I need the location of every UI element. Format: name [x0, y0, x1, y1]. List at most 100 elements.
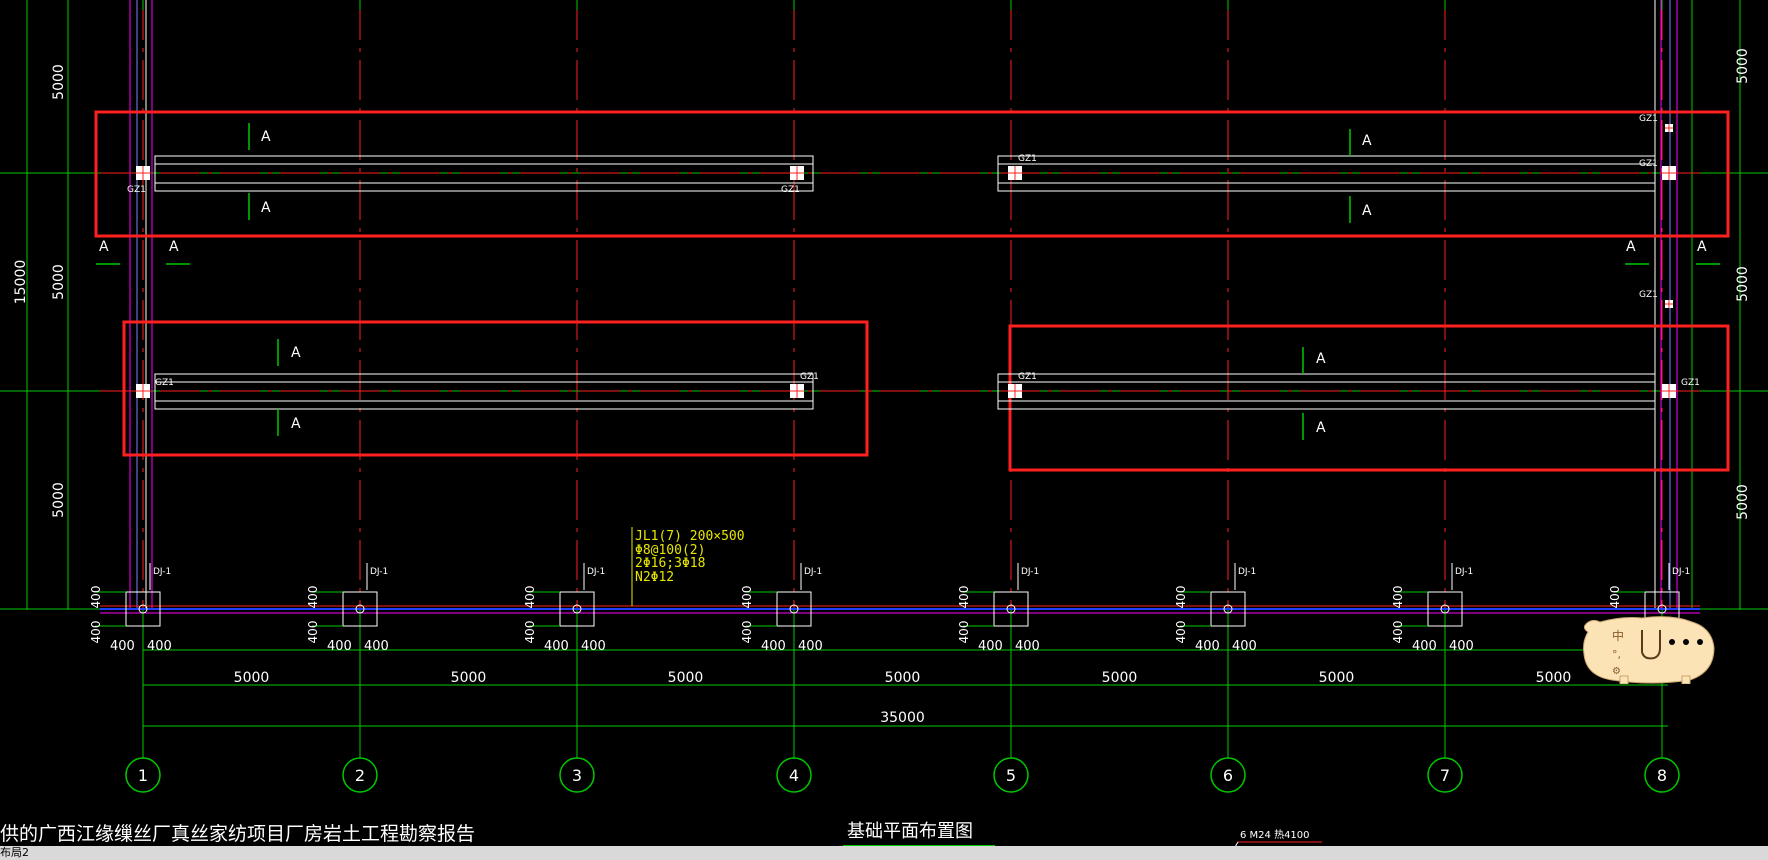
dimension-texts: 5000 5000 5000 5000 5000 5000 5000 35000 400 400 4… — [89, 586, 1691, 726]
footing-dim-left-1: 400 — [110, 639, 135, 654]
column-label-9: GZ1 — [1639, 114, 1658, 124]
left-dim-total: 15000 — [13, 260, 29, 305]
footing-dim-bottom-1: 400 — [89, 621, 103, 644]
axis-label-7: 7 — [1440, 766, 1450, 785]
section-mark-1: A — [261, 129, 271, 145]
section-mark-5: A — [291, 345, 301, 361]
section-mark-9: A — [99, 239, 109, 255]
bay-dim-4: 5000 — [885, 670, 921, 686]
beam-note: JL1(7) 200×500 Φ8@100(2) 2Φ16;3Φ18 N2Φ12 — [631, 527, 745, 606]
section-mark-6: A — [291, 416, 301, 432]
ime-punct-icon: °, — [1612, 648, 1621, 661]
footing-dim-top-7: 400 — [1391, 586, 1405, 609]
footing-label-5: DJ-1 — [1021, 567, 1039, 577]
foundation-beam — [100, 605, 1700, 614]
footing-dim-bottom-6: 400 — [1174, 621, 1188, 644]
beam-note-line3: 2Φ16;3Φ18 — [635, 556, 705, 571]
section-mark-11: A — [1626, 239, 1636, 255]
axis-label-1: 1 — [138, 766, 148, 785]
column-label-4: GZ1 — [1639, 159, 1658, 169]
axis-label-5: 5 — [1006, 766, 1016, 785]
ime-settings-icon: ⚙ — [1612, 666, 1621, 677]
bay-dim-2: 5000 — [451, 670, 487, 686]
footing-dim-left-3: 400 — [544, 639, 569, 654]
footing-dim-right-7: 400 — [1449, 639, 1474, 654]
footing-dim-top-8: 400 — [1608, 586, 1622, 609]
right-dim-mid: 5000 — [1735, 266, 1751, 302]
layout-tab-bar[interactable]: 布局2 — [0, 846, 1768, 860]
left-dim-mid: 5000 — [51, 264, 67, 300]
footing-label-7: DJ-1 — [1455, 567, 1473, 577]
footing-dim-top-1: 400 — [89, 586, 103, 609]
column-label-3: GZ1 — [1018, 154, 1037, 164]
plan-title: 基础平面布置图 — [847, 821, 973, 842]
axis-label-2: 2 — [355, 766, 365, 785]
footing-dim-bottom-3: 400 — [523, 621, 537, 644]
columns: GZ1 GZ1 GZ1 GZ1 GZ1 GZ1 GZ1 GZ1 GZ1 GZ1 — [127, 114, 1700, 398]
left-dim-top: 5000 — [51, 64, 67, 100]
footings: DJ-1 DJ-1 DJ-1 DJ-1 DJ-1 DJ-1 DJ-1 DJ-1 — [95, 563, 1690, 627]
bay-dim-6: 5000 — [1319, 670, 1355, 686]
bay-dim-1: 5000 — [234, 670, 270, 686]
footing-dim-top-4: 400 — [740, 586, 754, 609]
footing-dim-right-5: 400 — [1015, 639, 1040, 654]
left-dim-bottom: 5000 — [51, 482, 67, 518]
column-label-1: GZ1 — [127, 185, 146, 195]
column-label-6: GZ1 — [800, 372, 819, 382]
footing-dim-top-3: 400 — [523, 586, 537, 609]
footing-dim-left-4: 400 — [761, 639, 786, 654]
bay-dim-5: 5000 — [1102, 670, 1138, 686]
footing-dim-top-2: 400 — [306, 586, 320, 609]
right-dimensions: 5000 5000 5000 — [1735, 48, 1751, 520]
footing-dim-right-1: 400 — [147, 639, 172, 654]
footing-dim-right-6: 400 — [1232, 639, 1257, 654]
section-mark-2: A — [261, 200, 271, 216]
footing-dim-bottom-4: 400 — [740, 621, 754, 644]
axis-bubbles[interactable]: 1 2 3 4 5 6 7 8 — [125, 757, 1680, 793]
column-label-10: GZ1 — [1639, 290, 1658, 300]
axis-label-8: 8 — [1657, 766, 1667, 785]
left-dimensions: 5000 5000 5000 15000 — [13, 64, 67, 518]
footing-dim-left-5: 400 — [978, 639, 1003, 654]
bay-dim-7: 5000 — [1536, 670, 1572, 686]
total-dim: 35000 — [880, 710, 925, 726]
beam-note-line4: N2Φ12 — [635, 570, 674, 585]
footing-dim-left-2: 400 — [327, 639, 352, 654]
footing-dim-right-3: 400 — [581, 639, 606, 654]
section-mark-12: A — [1697, 239, 1707, 255]
footing-dim-left-6: 400 — [1195, 639, 1220, 654]
red-axis-horizontals — [100, 172, 1700, 392]
footing-dim-right-2: 400 — [364, 639, 389, 654]
right-dim-bottom: 5000 — [1735, 484, 1751, 520]
footing-dim-bottom-2: 400 — [306, 621, 320, 644]
section-mark-3: A — [1362, 133, 1372, 149]
column-label-8: GZ1 — [1681, 378, 1700, 388]
footing-dim-right-4: 400 — [798, 639, 823, 654]
right-dim-top: 5000 — [1735, 48, 1751, 84]
beam-note-line1: JL1(7) 200×500 — [635, 529, 745, 544]
footing-dim-top-5: 400 — [957, 586, 971, 609]
axis-label-6: 6 — [1223, 766, 1233, 785]
column-label-7: GZ1 — [1018, 372, 1037, 382]
footing-dim-left-7: 400 — [1412, 639, 1437, 654]
column-label-2: GZ1 — [781, 185, 800, 195]
section-marks: A A A A A A A A A A A A — [96, 123, 1720, 440]
ime-toolbar[interactable]: 中 °, ⚙ — [1582, 614, 1716, 684]
axis-label-3: 3 — [572, 766, 582, 785]
footing-dim-bottom-7: 400 — [1391, 621, 1405, 644]
footing-label-1: DJ-1 — [153, 567, 171, 577]
section-mark-10: A — [169, 239, 179, 255]
footing-dim-bottom-5: 400 — [957, 621, 971, 644]
section-mark-4: A — [1362, 203, 1372, 219]
footing-dim-top-6: 400 — [1174, 586, 1188, 609]
footing-label-2: DJ-1 — [370, 567, 388, 577]
axis-label-4: 4 — [789, 766, 799, 785]
cad-drawing-canvas[interactable]: GZ1 GZ1 GZ1 GZ1 GZ1 GZ1 GZ1 GZ1 GZ1 GZ1 DJ-1 DJ-1 D… — [0, 0, 1768, 860]
footing-label-8: DJ-1 — [1672, 567, 1690, 577]
ime-lang-icon: 中 — [1612, 628, 1624, 643]
layout-tab[interactable]: 布局2 — [0, 846, 29, 860]
column-label-5: GZ1 — [155, 378, 174, 388]
report-title: 供的广西江缘缫丝厂真丝家纺项目厂房岩土工程勘察报告 — [0, 823, 475, 845]
rebar-note: 6 M24 热4100 — [1240, 828, 1310, 841]
section-mark-7: A — [1316, 351, 1326, 367]
